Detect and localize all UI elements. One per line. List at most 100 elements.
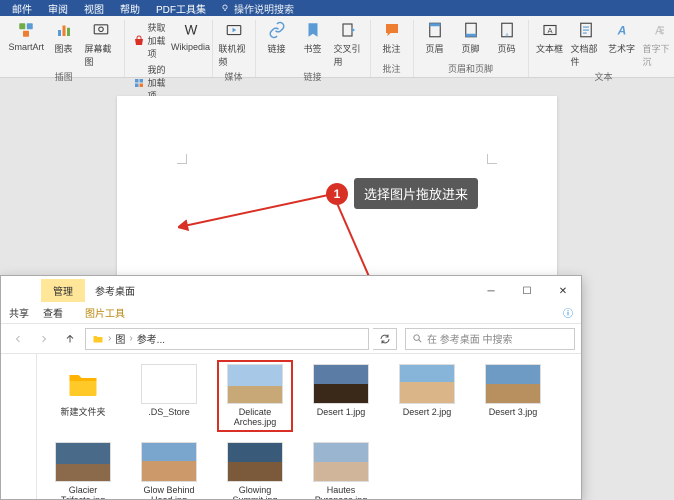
tell-me-search[interactable]: 操作说明搜索 <box>220 1 294 16</box>
quick-parts-button[interactable]: 文档部件 <box>571 20 601 68</box>
file-item[interactable]: 新建文件夹 <box>47 362 119 430</box>
close-button[interactable]: ✕ <box>545 280 581 302</box>
tab-help[interactable]: 帮助 <box>112 0 148 18</box>
footer-button[interactable]: 页脚 <box>456 20 486 55</box>
file-explorer-window: 管理 参考桌面 ─ ☐ ✕ 共享 查看 图片工具 ⓘ › 图 › 参考... 在… <box>0 275 582 500</box>
file-name: Hautes Pyrenees.jpg <box>307 485 375 499</box>
file-item[interactable]: Desert 2.jpg <box>391 362 463 430</box>
explorer-titlebar: 管理 参考桌面 ─ ☐ ✕ <box>1 276 581 302</box>
menu-view[interactable]: 查看 <box>43 305 63 320</box>
nav-forward-button[interactable] <box>33 328 55 350</box>
tab-review[interactable]: 审阅 <box>40 0 76 18</box>
screenshot-icon <box>91 20 111 40</box>
search-icon <box>412 333 423 344</box>
help-button[interactable]: ⓘ <box>563 305 573 320</box>
ribbon: SmartArt 图表 屏幕截图 插图 获取加载项 <box>0 16 674 78</box>
group-label: 文本 <box>595 68 613 85</box>
page-number-button[interactable]: # 页码 <box>492 20 522 55</box>
group-text: A 文本框 文档部件 A 艺术字 A 首字下沉 文本 <box>529 20 674 77</box>
drop-cap-icon: A <box>648 20 668 40</box>
margin-marker <box>487 154 497 164</box>
file-name: 新建文件夹 <box>60 407 105 417</box>
nav-back-button[interactable] <box>7 328 29 350</box>
annotation-callout: 1 选择图片拖放进来 <box>326 178 478 209</box>
folder-icon <box>92 333 104 345</box>
comment-icon <box>382 20 402 40</box>
cross-reference-button[interactable]: 交叉引用 <box>334 20 364 68</box>
refresh-button[interactable] <box>373 328 397 350</box>
header-button[interactable]: 页眉 <box>420 20 450 55</box>
chart-icon <box>54 20 74 40</box>
word-tabs-bar: 邮件 审阅 视图 帮助 PDF工具集 操作说明搜索 <box>0 0 674 16</box>
group-label: 链接 <box>304 68 322 85</box>
explorer-navbar: › 图 › 参考... 在 参考桌面 中搜索 <box>1 324 581 354</box>
cross-ref-icon <box>339 20 359 40</box>
chart-button[interactable]: 图表 <box>49 20 79 55</box>
footer-icon <box>461 20 481 40</box>
video-icon <box>224 20 244 40</box>
file-grid: 新建文件夹 .DS_Store Delicate Arches.jpg Desert … <box>37 354 581 499</box>
file-name: Glowing Summit.jpg <box>221 485 289 499</box>
file-item[interactable]: Hautes Pyrenees.jpg <box>305 440 377 499</box>
menu-share[interactable]: 共享 <box>9 305 29 320</box>
callout-text: 选择图片拖放进来 <box>354 178 478 209</box>
bookmark-icon <box>303 20 323 40</box>
picture-tools-tab[interactable]: 图片工具 <box>73 301 137 324</box>
file-item[interactable]: .DS_Store <box>133 362 205 430</box>
link-button[interactable]: 链接 <box>262 20 292 55</box>
file-name: Delicate Arches.jpg <box>221 407 289 428</box>
drop-cap-button[interactable]: A 首字下沉 <box>643 20 673 68</box>
tab-mail[interactable]: 邮件 <box>4 0 40 18</box>
wikipedia-icon: W <box>181 20 201 40</box>
svg-text:A: A <box>616 24 626 38</box>
file-item[interactable]: Delicate Arches.jpg <box>219 362 291 430</box>
wordart-icon: A <box>612 20 632 40</box>
get-addins-button[interactable]: 获取加载项 <box>131 20 170 61</box>
store-icon <box>133 34 145 48</box>
file-name: .DS_Store <box>148 407 190 417</box>
group-illustrations: SmartArt 图表 屏幕截图 插图 <box>4 20 125 77</box>
svg-text:W: W <box>184 23 197 38</box>
file-name: Desert 3.jpg <box>489 407 538 417</box>
file-name: Desert 1.jpg <box>317 407 366 417</box>
text-box-button[interactable]: A 文本框 <box>535 20 565 55</box>
file-item[interactable]: Desert 1.jpg <box>305 362 377 430</box>
explorer-tab-manage[interactable]: 管理 <box>41 279 85 302</box>
file-name: Glacier Trifecta.jpg <box>49 485 117 499</box>
group-links: 链接 书签 交叉引用 链接 <box>256 20 371 77</box>
maximize-button[interactable]: ☐ <box>509 280 545 302</box>
lightbulb-icon <box>220 3 230 13</box>
explorer-window-title: 参考桌面 <box>85 279 145 302</box>
page-number-icon: # <box>497 20 517 40</box>
file-item[interactable]: Glowing Summit.jpg <box>219 440 291 499</box>
file-item[interactable]: Glow Behind Hood.jpg <box>133 440 205 499</box>
screenshot-button[interactable]: 屏幕截图 <box>85 20 118 68</box>
svg-text:A: A <box>547 26 552 35</box>
tab-pdf-tools[interactable]: PDF工具集 <box>148 0 214 18</box>
quick-parts-icon <box>576 20 596 40</box>
group-media: 联机视频 媒体 <box>213 20 256 77</box>
explorer-sidebar[interactable] <box>1 354 37 499</box>
text-box-icon: A <box>540 20 560 40</box>
explorer-search-input[interactable]: 在 参考桌面 中搜索 <box>405 328 575 350</box>
minimize-button[interactable]: ─ <box>473 280 509 302</box>
group-label: 批注 <box>383 60 401 77</box>
bookmark-button[interactable]: 书签 <box>298 20 328 55</box>
comment-button[interactable]: 批注 <box>377 20 407 55</box>
file-name: Glow Behind Hood.jpg <box>135 485 203 499</box>
file-item[interactable]: Glacier Trifecta.jpg <box>47 440 119 499</box>
wikipedia-button[interactable]: W Wikipedia <box>176 20 206 52</box>
group-header-footer: 页眉 页脚 # 页码 页眉和页脚 <box>414 20 529 77</box>
smartart-button[interactable]: SmartArt <box>10 20 43 52</box>
file-name: Desert 2.jpg <box>403 407 452 417</box>
group-label: 媒体 <box>225 68 243 85</box>
tab-view[interactable]: 视图 <box>76 0 112 18</box>
nav-up-button[interactable] <box>59 328 81 350</box>
link-icon <box>267 20 287 40</box>
address-bar[interactable]: › 图 › 参考... <box>85 328 369 350</box>
group-comments: 批注 批注 <box>371 20 414 77</box>
group-label: 页眉和页脚 <box>448 60 493 77</box>
file-item[interactable]: Desert 3.jpg <box>477 362 549 430</box>
wordart-button[interactable]: A 艺术字 <box>607 20 637 55</box>
online-video-button[interactable]: 联机视频 <box>219 20 249 68</box>
